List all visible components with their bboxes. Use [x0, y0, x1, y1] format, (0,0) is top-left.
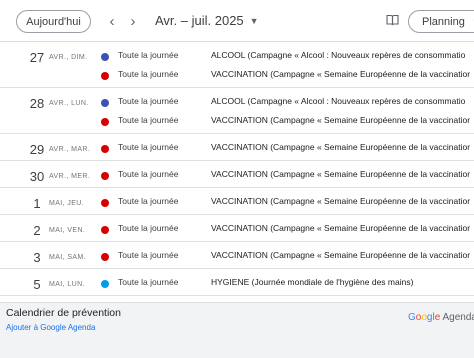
agenda-day: 30 AVR., MER. Toute la journée VACCINATION … [0, 161, 474, 188]
event-color-dot [101, 199, 109, 207]
event-title: VACCINATION (Campagne « Semaine Européen… [211, 169, 471, 179]
agenda-event[interactable]: Toute la journée VACCINATION (Campagne « … [0, 196, 474, 210]
next-period-button[interactable]: › [125, 11, 141, 31]
event-color-dot [101, 280, 109, 288]
view-label: Planning [422, 15, 465, 28]
today-button[interactable]: Aujourd'hui [16, 10, 91, 33]
agenda-event[interactable]: Toute la journée VACCINATION (Campagne « … [0, 69, 474, 83]
event-time: Toute la journée [118, 115, 179, 125]
agenda-event[interactable]: Toute la journée VACCINATION (Campagne « … [0, 223, 474, 237]
wordmark-letter: G [408, 312, 416, 323]
event-title: VACCINATION (Campagne « Semaine Européen… [211, 223, 471, 233]
agenda-day: 3 MAI, SAM. Toute la journée VACCINATION (C… [0, 242, 474, 269]
footer: Calendrier de prévention Ajouter à Googl… [0, 302, 474, 358]
event-color-dot [101, 53, 109, 61]
event-time: Toute la journée [118, 50, 179, 60]
event-color-dot [101, 226, 109, 234]
calendar-name: Calendrier de prévention [6, 307, 121, 319]
google-calendar-logo[interactable]: Google Agenda [408, 312, 474, 323]
event-title: HYGIENE (Journée mondiale de l'hygiène d… [211, 277, 414, 287]
event-time: Toute la journée [118, 250, 179, 260]
event-title: ALCOOL (Campagne « Alcool : Nouveaux rep… [211, 50, 466, 60]
event-color-dot [101, 118, 109, 126]
agenda-list: 27 AVR., DIM. Toute la journée ALCOOL (Camp… [0, 42, 474, 302]
event-time: Toute la journée [118, 277, 179, 287]
agenda-event[interactable]: Toute la journée VACCINATION (Campagne « … [0, 169, 474, 183]
agenda-event[interactable]: Toute la journée VACCINATION (Campagne « … [0, 115, 474, 129]
event-title: VACCINATION (Campagne « Semaine Européen… [211, 250, 471, 260]
event-color-dot [101, 172, 109, 180]
event-time: Toute la journée [118, 196, 179, 206]
agenda-day: 29 AVR., MAR. Toute la journée VACCINATION … [0, 134, 474, 161]
agenda-event[interactable]: Toute la journée ALCOOL (Campagne « Alcoo… [0, 96, 474, 110]
event-title: VACCINATION (Campagne « Semaine Européen… [211, 196, 471, 206]
event-title: VACCINATION (Campagne « Semaine Européen… [211, 115, 471, 125]
event-color-dot [101, 99, 109, 107]
brand-product: Agenda [442, 312, 474, 323]
date-range-label: Avr. – juil. 2025 [155, 13, 244, 28]
agenda-day: 27 AVR., DIM. Toute la journée ALCOOL (Camp… [0, 42, 474, 88]
agenda-event[interactable]: Toute la journée VACCINATION (Campagne « … [0, 250, 474, 264]
caret-down-icon: ▼ [249, 16, 259, 26]
agenda-day: 2 MAI, VEN. Toute la journée VACCINATION (C… [0, 215, 474, 242]
agenda-event[interactable]: Toute la journée VACCINATION (Campagne « … [0, 142, 474, 156]
agenda-day: 1 MAI, JEU. Toute la journée VACCINATION (C… [0, 188, 474, 215]
agenda-event[interactable]: Toute la journée ALCOOL (Campagne « Alcoo… [0, 50, 474, 64]
event-time: Toute la journée [118, 223, 179, 233]
book-icon[interactable] [386, 14, 399, 26]
agenda-day: 5 MAI, LUN. Toute la journée HYGIENE (Journ… [0, 269, 474, 296]
chevron-right-icon: › [130, 12, 136, 30]
event-color-dot [101, 145, 109, 153]
view-dropdown[interactable]: Planning▼ [408, 10, 474, 33]
agenda-event[interactable]: Toute la journée HYGIENE (Journée mondial… [0, 277, 474, 291]
event-color-dot [101, 253, 109, 261]
wordmark-letter: e [434, 312, 441, 323]
event-time: Toute la journée [118, 69, 179, 79]
event-color-dot [101, 72, 109, 80]
agenda-day: 28 AVR., LUN. Toute la journée ALCOOL (Camp… [0, 88, 474, 134]
event-time: Toute la journée [118, 142, 179, 152]
add-to-google-calendar-link[interactable]: Ajouter à Google Agenda [6, 323, 95, 332]
event-time: Toute la journée [118, 169, 179, 179]
event-title: VACCINATION (Campagne « Semaine Européen… [211, 69, 471, 79]
event-title: ALCOOL (Campagne « Alcool : Nouveaux rep… [211, 96, 466, 106]
toolbar: Aujourd'hui ‹ › Avr. – juil. 2025 ▼ Plann… [0, 0, 474, 42]
event-title: VACCINATION (Campagne « Semaine Européen… [211, 142, 471, 152]
chevron-left-icon: ‹ [109, 12, 115, 30]
date-range-dropdown[interactable]: Avr. – juil. 2025 ▼ [155, 13, 259, 28]
prev-period-button[interactable]: ‹ [104, 11, 120, 31]
google-wordmark: Google [408, 312, 440, 323]
event-time: Toute la journée [118, 96, 179, 106]
